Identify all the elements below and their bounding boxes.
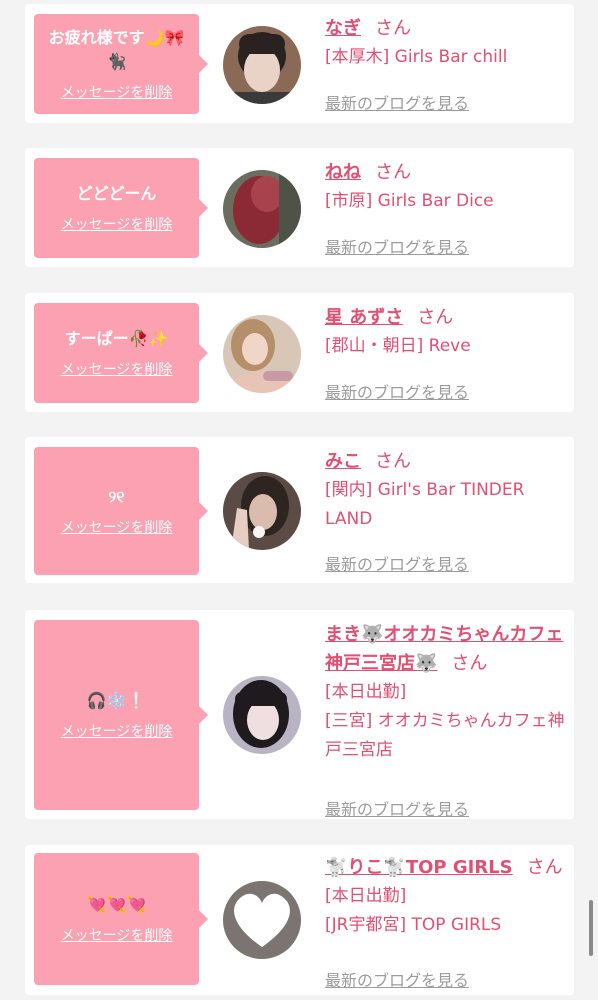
shop-line: [郡山・朝日] Reve	[325, 336, 471, 356]
message-card: ୨୧ メッセージを削除 みこ さん [関内] Girl's Bar TINDER …	[25, 437, 574, 583]
name-line: みこ さん	[325, 447, 565, 476]
latest-blog-link[interactable]: 最新のブログを見る	[325, 796, 469, 820]
cast-name-link[interactable]: みこ	[325, 451, 361, 472]
delete-message-link[interactable]: メッセージを削除	[61, 517, 173, 537]
shop-line: [市原] Girls Bar Dice	[325, 191, 494, 211]
cast-name-link[interactable]: なぎ	[325, 18, 361, 39]
latest-blog-link[interactable]: 最新のブログを見る	[325, 379, 469, 403]
cast-name-link[interactable]: まき🐺オオカミちゃんカフェ神戸三宮店🐺	[325, 624, 563, 674]
shop-line: [JR宇都宮] TOP GIRLS	[325, 915, 502, 935]
cast-info: 🐩りこ🐩TOP GIRLS さん [本日出勤] [JR宇都宮] TOP GIRLS…	[325, 853, 565, 990]
message-card: お疲れ様です🌙🎀🐈‍⬛ メッセージを削除 なぎ さん [本厚木] Girls Ba…	[25, 4, 574, 123]
message-card: すーぱー🥀✨ メッセージを削除 星 あずさ さん [郡山・朝日] Reve 最新の…	[25, 293, 574, 412]
message-card: 💘💘💘 メッセージを削除 🐩りこ🐩TOP GIRLS さん [本日出勤] [JR宇…	[25, 845, 574, 995]
avatar[interactable]	[223, 881, 301, 959]
cast-name-link[interactable]: 🐩りこ🐩TOP GIRLS	[325, 857, 513, 878]
message-bubble: お疲れ様です🌙🎀🐈‍⬛ メッセージを削除	[34, 14, 208, 114]
avatar[interactable]	[223, 676, 301, 754]
message-card: 🎧❄️❕ メッセージを削除 まき🐺オオカミちゃんカフェ神戸三宮店🐺 さん [本日出…	[25, 610, 574, 819]
message-bubble: どどどーん メッセージを削除	[34, 158, 208, 258]
message-text: どどどーん	[76, 184, 157, 203]
message-bubble: ୨୧ メッセージを削除	[34, 447, 208, 575]
cast-info: なぎ さん [本厚木] Girls Bar chill 最新のブログを見る	[325, 14, 565, 113]
latest-blog-link[interactable]: 最新のブログを見る	[325, 967, 469, 991]
honorific: さん	[375, 18, 411, 39]
message-bubble: すーぱー🥀✨ メッセージを削除	[34, 303, 208, 403]
name-line: まき🐺オオカミちゃんカフェ神戸三宮店🐺 さん	[325, 620, 565, 678]
message-bubble: 💘💘💘 メッセージを削除	[34, 853, 208, 985]
avatar[interactable]	[223, 170, 301, 248]
delete-message-link[interactable]: メッセージを削除	[61, 721, 173, 741]
honorific: さん	[375, 451, 411, 472]
work-status: [本日出勤]	[325, 886, 407, 906]
cast-info: ねね さん [市原] Girls Bar Dice 最新のブログを見る	[325, 158, 565, 257]
shop-line: [本厚木] Girls Bar chill	[325, 47, 508, 67]
message-card: どどどーん メッセージを削除 ねね さん [市原] Girls Bar Dice …	[25, 148, 574, 267]
honorific: さん	[375, 162, 411, 183]
cast-info: まき🐺オオカミちゃんカフェ神戸三宮店🐺 さん [本日出勤] [三宮] オオカミちゃ…	[325, 620, 565, 819]
message-text: 💘💘💘	[86, 895, 147, 914]
avatar[interactable]	[223, 315, 301, 393]
delete-message-link[interactable]: メッセージを削除	[61, 82, 173, 102]
shop-line: [関内] Girl's Bar TINDER LAND	[325, 480, 525, 529]
message-text: ୨୧	[108, 487, 125, 506]
scrollbar[interactable]	[589, 900, 593, 956]
honorific: さん	[417, 307, 454, 328]
name-line: なぎ さん	[325, 14, 565, 43]
honorific: さん	[526, 857, 563, 878]
message-text: お疲れ様です🌙🎀🐈‍⬛	[48, 28, 185, 71]
latest-blog-link[interactable]: 最新のブログを見る	[325, 90, 469, 114]
avatar[interactable]	[223, 26, 301, 104]
work-status: [本日出勤]	[325, 682, 407, 702]
cast-info: みこ さん [関内] Girl's Bar TINDER LAND 最新のブログを…	[325, 447, 565, 574]
message-bubble: 🎧❄️❕ メッセージを削除	[34, 620, 208, 810]
cast-name-link[interactable]: ねね	[325, 162, 361, 183]
honorific: さん	[451, 653, 488, 674]
cast-info: 星 あずさ さん [郡山・朝日] Reve 最新のブログを見る	[325, 303, 565, 402]
delete-message-link[interactable]: メッセージを削除	[61, 925, 173, 945]
latest-blog-link[interactable]: 最新のブログを見る	[325, 551, 469, 575]
avatar[interactable]	[223, 472, 301, 550]
name-line: ねね さん	[325, 158, 565, 187]
latest-blog-link[interactable]: 最新のブログを見る	[325, 234, 469, 258]
delete-message-link[interactable]: メッセージを削除	[61, 214, 173, 234]
name-line: 星 あずさ さん	[325, 303, 565, 332]
name-line: 🐩りこ🐩TOP GIRLS さん	[325, 853, 565, 882]
cast-name-link[interactable]: 星 あずさ	[325, 307, 403, 328]
message-text: 🎧❄️❕	[86, 691, 147, 710]
shop-line: [三宮] オオカミちゃんカフェ神戸三宮店	[325, 711, 565, 760]
delete-message-link[interactable]: メッセージを削除	[61, 359, 173, 379]
message-text: すーぱー🥀✨	[64, 329, 169, 348]
